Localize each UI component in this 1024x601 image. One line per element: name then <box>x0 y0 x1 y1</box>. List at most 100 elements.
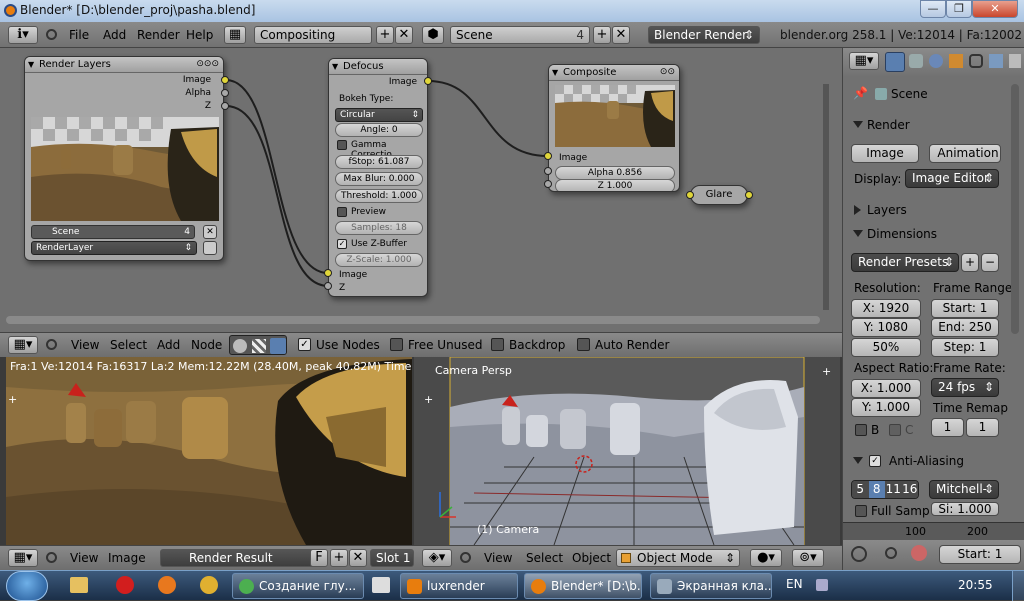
collapse-menu-icon[interactable] <box>46 552 57 563</box>
add-icon[interactable]: + <box>8 393 17 406</box>
use-nodes-checkbox[interactable]: ✓ <box>298 338 311 351</box>
menu-render[interactable]: Render <box>137 28 180 42</box>
scene-field[interactable]: Scene 4 <box>450 26 590 44</box>
full-sample-checkbox[interactable] <box>855 505 867 517</box>
gamma-correction-checkbox[interactable] <box>337 140 347 150</box>
record-icon[interactable] <box>911 545 927 561</box>
defocus-node[interactable]: ▼ Defocus Image Bokeh Type: Circular ⇕ Ang… <box>328 58 428 297</box>
anti-aliasing-checkbox[interactable]: ✓ <box>869 455 881 467</box>
node-tree-type-selector[interactable] <box>229 335 287 355</box>
angle-field[interactable]: Angle: 0 <box>335 123 423 137</box>
collapse-menu-icon[interactable] <box>460 552 471 563</box>
add-icon[interactable]: + <box>424 393 433 406</box>
menu-object[interactable]: Object <box>572 551 611 565</box>
world-tab-icon[interactable] <box>929 54 943 68</box>
compositing-nodes-icon[interactable] <box>270 338 286 354</box>
timeline-ruler[interactable]: 100 200 <box>843 522 1024 540</box>
fstop-field[interactable]: fStop: 61.087 <box>335 155 423 169</box>
composite-node[interactable]: ▼ Composite ⊙⊙ Image Alpha 0.856 Z 1.000 <box>548 64 680 192</box>
maximize-button[interactable]: ❐ <box>946 0 972 18</box>
image-name-field[interactable]: Render Result <box>160 549 322 567</box>
properties-scrollbar[interactable] <box>1011 84 1019 334</box>
max-blur-field[interactable]: Max Blur: 0.000 <box>335 172 423 186</box>
language-indicator[interactable]: EN <box>786 577 803 591</box>
slot-select[interactable]: Slot 1 <box>370 549 414 567</box>
screen-layout-icon[interactable]: ▦ <box>224 26 246 44</box>
glare-node[interactable]: Glare <box>690 185 748 205</box>
minimize-button[interactable]: — <box>920 0 946 18</box>
display-select[interactable]: Image Editor ⇕ <box>905 169 999 188</box>
explorer-icon[interactable] <box>70 577 88 593</box>
menu-file[interactable]: File <box>69 28 89 42</box>
aa-samples-16[interactable]: 16 <box>901 481 918 498</box>
unlink-scene-button[interactable]: ✕ <box>203 225 217 239</box>
modifiers-tab-icon[interactable] <box>989 54 1003 68</box>
backdrop-checkbox[interactable] <box>491 338 504 351</box>
timeline-editor-icon[interactable] <box>851 546 867 562</box>
scene-tab-icon[interactable] <box>909 54 923 68</box>
node-scene-field[interactable]: Scene 4 <box>31 225 195 239</box>
node-options-icon[interactable]: ⊙⊙ <box>660 65 675 80</box>
threshold-field[interactable]: Threshold: 1.000 <box>335 189 423 203</box>
free-unused-checkbox[interactable] <box>390 338 403 351</box>
unlink-image-button[interactable]: ✕ <box>349 549 367 567</box>
show-desktop-button[interactable] <box>1012 571 1024 601</box>
render-result-view[interactable]: Fra:1 Ve:12014 Fa:16317 La:2 Mem:12.22M … <box>6 357 412 545</box>
menu-node[interactable]: Node <box>191 338 222 352</box>
node-header[interactable]: ▼ Defocus <box>329 59 427 75</box>
preview-checkbox[interactable] <box>337 207 347 217</box>
node-header[interactable]: ▼ Composite ⊙⊙ <box>549 65 679 81</box>
border-checkbox[interactable] <box>855 424 867 436</box>
menu-help[interactable]: Help <box>186 28 213 42</box>
layers-panel-header[interactable]: Layers <box>849 199 1019 221</box>
socket-glare-out[interactable] <box>745 191 753 199</box>
mode-select[interactable]: Object Mode ⇕ <box>616 549 740 567</box>
task-chrome[interactable]: Создание глу... <box>232 573 364 599</box>
socket-z-out[interactable] <box>221 102 229 110</box>
screen-layout-field[interactable]: Compositing <box>254 26 372 44</box>
tray-icon[interactable] <box>816 579 828 591</box>
texture-nodes-icon[interactable] <box>252 339 266 353</box>
samples-field[interactable]: Samples: 18 <box>335 221 423 235</box>
render-layer-select[interactable]: RenderLayer ⇕ <box>31 241 197 255</box>
node-header[interactable]: ▼ Render Layers ⊙⊙⊙ <box>25 57 223 73</box>
bokeh-type-select[interactable]: Circular ⇕ <box>335 108 423 122</box>
add-screen-button[interactable]: + <box>376 26 394 44</box>
render-tab-icon[interactable] <box>885 52 905 72</box>
resolution-y-field[interactable]: Y: 1080 <box>851 318 921 337</box>
remove-screen-button[interactable]: ✕ <box>395 26 413 44</box>
editor-type-3d-button[interactable]: ◈▾ <box>422 549 452 567</box>
menu-select[interactable]: Select <box>526 551 563 565</box>
remap-old-field[interactable]: 1 <box>931 418 964 437</box>
task-blender[interactable]: Blender* [D:\b... <box>524 573 642 599</box>
timeline-start-field[interactable]: Start: 1 <box>939 545 1021 564</box>
crop-checkbox[interactable] <box>889 424 901 436</box>
anti-aliasing-panel-header[interactable]: ✓ Anti-Aliasing <box>849 450 1019 472</box>
node-editor[interactable]: ▼ Render Layers ⊙⊙⊙ Image Alpha Z Scene 4 ✕… <box>0 48 842 332</box>
menu-image[interactable]: Image <box>108 551 146 565</box>
render-layers-node[interactable]: ▼ Render Layers ⊙⊙⊙ Image Alpha Z Scene 4 ✕… <box>24 56 224 261</box>
frame-rate-select[interactable]: 24 fps ⇕ <box>931 378 999 397</box>
firefox-icon[interactable] <box>158 576 176 594</box>
editor-type-info-button[interactable]: ℹ▾ <box>8 26 38 44</box>
frame-end-field[interactable]: End: 250 <box>931 318 999 337</box>
socket-composite-z-in[interactable] <box>544 180 552 188</box>
menu-view[interactable]: View <box>71 338 99 352</box>
remove-scene-button[interactable]: ✕ <box>612 26 630 44</box>
frame-step-field[interactable]: Step: 1 <box>931 338 999 357</box>
menu-add[interactable]: Add <box>103 28 126 42</box>
pin-icon[interactable]: 📌 <box>853 86 868 100</box>
menu-view[interactable]: View <box>70 551 98 565</box>
socket-composite-alpha-in[interactable] <box>544 167 552 175</box>
3d-viewport[interactable]: Camera Persp (1) Camera + + <box>414 357 840 545</box>
start-button[interactable] <box>6 571 48 601</box>
editor-type-node-button[interactable]: ▦▾ <box>8 336 38 354</box>
socket-alpha-out[interactable] <box>221 89 229 97</box>
shader-nodes-icon[interactable] <box>233 339 247 353</box>
data-tab-icon[interactable] <box>1009 54 1021 68</box>
aa-samples-5[interactable]: 5 <box>852 481 869 498</box>
opera-icon[interactable] <box>116 576 134 594</box>
render-panel-header[interactable]: Render <box>849 114 1019 136</box>
menu-select[interactable]: Select <box>110 338 147 352</box>
editor-type-image-button[interactable]: ▦▾ <box>8 549 38 567</box>
